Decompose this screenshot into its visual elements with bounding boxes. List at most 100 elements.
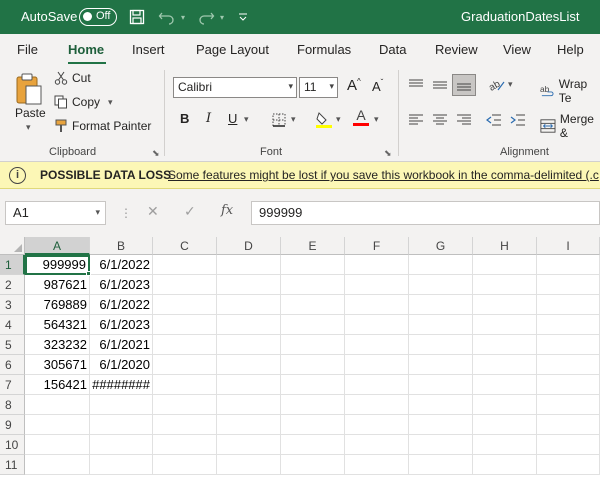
- cell-d7[interactable]: [217, 375, 281, 395]
- italic-button[interactable]: I: [206, 111, 211, 126]
- column-header-i[interactable]: I: [537, 237, 600, 255]
- row-header-11[interactable]: 11: [0, 455, 25, 475]
- copy-dropdown-icon[interactable]: ▾: [108, 97, 113, 108]
- cell-b7[interactable]: ########: [90, 375, 153, 395]
- align-center-button[interactable]: [432, 113, 448, 127]
- cell-e11[interactable]: [281, 455, 345, 475]
- cell-a9[interactable]: [25, 415, 90, 435]
- cell-e5[interactable]: [281, 335, 345, 355]
- cell-e8[interactable]: [281, 395, 345, 415]
- copy-button[interactable]: Copy ▾: [54, 95, 113, 109]
- column-header-c[interactable]: C: [153, 237, 217, 255]
- column-header-d[interactable]: D: [217, 237, 281, 255]
- cell-d6[interactable]: [217, 355, 281, 375]
- cell-a5[interactable]: 323232: [25, 335, 90, 355]
- redo-dropdown-icon[interactable]: ▾: [217, 7, 227, 27]
- select-all-button[interactable]: [0, 237, 25, 255]
- row-header-2[interactable]: 2: [0, 275, 25, 295]
- cell-h7[interactable]: [473, 375, 537, 395]
- cell-h6[interactable]: [473, 355, 537, 375]
- tab-data[interactable]: Data: [379, 42, 406, 57]
- cell-i9[interactable]: [537, 415, 600, 435]
- cell-g10[interactable]: [409, 435, 473, 455]
- cut-button[interactable]: Cut: [54, 71, 91, 85]
- cell-e10[interactable]: [281, 435, 345, 455]
- cell-f5[interactable]: [345, 335, 409, 355]
- cell-c1[interactable]: [153, 255, 217, 275]
- redo-icon[interactable]: [196, 7, 216, 27]
- font-color-button[interactable]: A: [353, 108, 369, 126]
- cell-f2[interactable]: [345, 275, 409, 295]
- cell-f8[interactable]: [345, 395, 409, 415]
- cell-f7[interactable]: [345, 375, 409, 395]
- cell-h3[interactable]: [473, 295, 537, 315]
- paste-label[interactable]: Paste: [15, 106, 46, 120]
- wrap-text-button[interactable]: ab Wrap Te: [540, 77, 600, 105]
- fill-color-dropdown-icon[interactable]: ▾: [336, 114, 341, 125]
- cell-a4[interactable]: 564321: [25, 315, 90, 335]
- cell-h4[interactable]: [473, 315, 537, 335]
- format-painter-button[interactable]: Format Painter: [54, 119, 151, 133]
- undo-dropdown-icon[interactable]: ▾: [178, 7, 188, 27]
- cell-i11[interactable]: [537, 455, 600, 475]
- fill-handle[interactable]: [86, 271, 91, 276]
- cell-e7[interactable]: [281, 375, 345, 395]
- cell-a7[interactable]: 156421: [25, 375, 90, 395]
- font-launcher-icon[interactable]: ⬊: [384, 148, 392, 159]
- cell-e6[interactable]: [281, 355, 345, 375]
- row-header-6[interactable]: 6: [0, 355, 25, 375]
- column-header-b[interactable]: B: [90, 237, 153, 255]
- customize-toolbar-icon[interactable]: [237, 7, 249, 27]
- cell-i5[interactable]: [537, 335, 600, 355]
- cell-a3[interactable]: 769889: [25, 295, 90, 315]
- formula-bar-grip-icon[interactable]: ⋮: [120, 206, 132, 220]
- undo-icon[interactable]: [157, 7, 177, 27]
- cell-i10[interactable]: [537, 435, 600, 455]
- column-header-e[interactable]: E: [281, 237, 345, 255]
- column-header-g[interactable]: G: [409, 237, 473, 255]
- cell-c10[interactable]: [153, 435, 217, 455]
- cell-c4[interactable]: [153, 315, 217, 335]
- cell-d8[interactable]: [217, 395, 281, 415]
- cell-d2[interactable]: [217, 275, 281, 295]
- autosave-toggle[interactable]: Off: [79, 8, 117, 26]
- cell-c9[interactable]: [153, 415, 217, 435]
- cell-g7[interactable]: [409, 375, 473, 395]
- align-top-button[interactable]: [408, 78, 424, 92]
- cell-b2[interactable]: 6/1/2023: [90, 275, 153, 295]
- cell-f3[interactable]: [345, 295, 409, 315]
- align-right-button[interactable]: [456, 113, 472, 127]
- decrease-font-size-button[interactable]: Aˇ: [372, 78, 383, 95]
- align-middle-button[interactable]: [432, 78, 448, 92]
- cell-g2[interactable]: [409, 275, 473, 295]
- merge-center-button[interactable]: Merge &: [540, 112, 600, 140]
- font-name-select[interactable]: Calibri ▾: [173, 77, 297, 98]
- cell-h10[interactable]: [473, 435, 537, 455]
- cell-g5[interactable]: [409, 335, 473, 355]
- cell-d9[interactable]: [217, 415, 281, 435]
- borders-button[interactable]: [272, 113, 286, 127]
- cell-h9[interactable]: [473, 415, 537, 435]
- increase-font-size-button[interactable]: A ^: [347, 77, 361, 95]
- tab-home[interactable]: Home: [68, 42, 104, 57]
- cell-h5[interactable]: [473, 335, 537, 355]
- cell-i4[interactable]: [537, 315, 600, 335]
- cell-d4[interactable]: [217, 315, 281, 335]
- cell-f10[interactable]: [345, 435, 409, 455]
- clipboard-launcher-icon[interactable]: ⬊: [152, 148, 160, 159]
- cell-h1[interactable]: [473, 255, 537, 275]
- cell-b9[interactable]: [90, 415, 153, 435]
- cell-g3[interactable]: [409, 295, 473, 315]
- cell-h8[interactable]: [473, 395, 537, 415]
- cell-b5[interactable]: 6/1/2021: [90, 335, 153, 355]
- orientation-button[interactable]: ab ▾: [488, 76, 513, 92]
- cell-h11[interactable]: [473, 455, 537, 475]
- increase-indent-button[interactable]: [510, 113, 526, 127]
- cell-e4[interactable]: [281, 315, 345, 335]
- cell-b10[interactable]: [90, 435, 153, 455]
- cell-a10[interactable]: [25, 435, 90, 455]
- cell-e3[interactable]: [281, 295, 345, 315]
- tab-review[interactable]: Review: [435, 42, 478, 57]
- cell-g1[interactable]: [409, 255, 473, 275]
- column-header-h[interactable]: H: [473, 237, 537, 255]
